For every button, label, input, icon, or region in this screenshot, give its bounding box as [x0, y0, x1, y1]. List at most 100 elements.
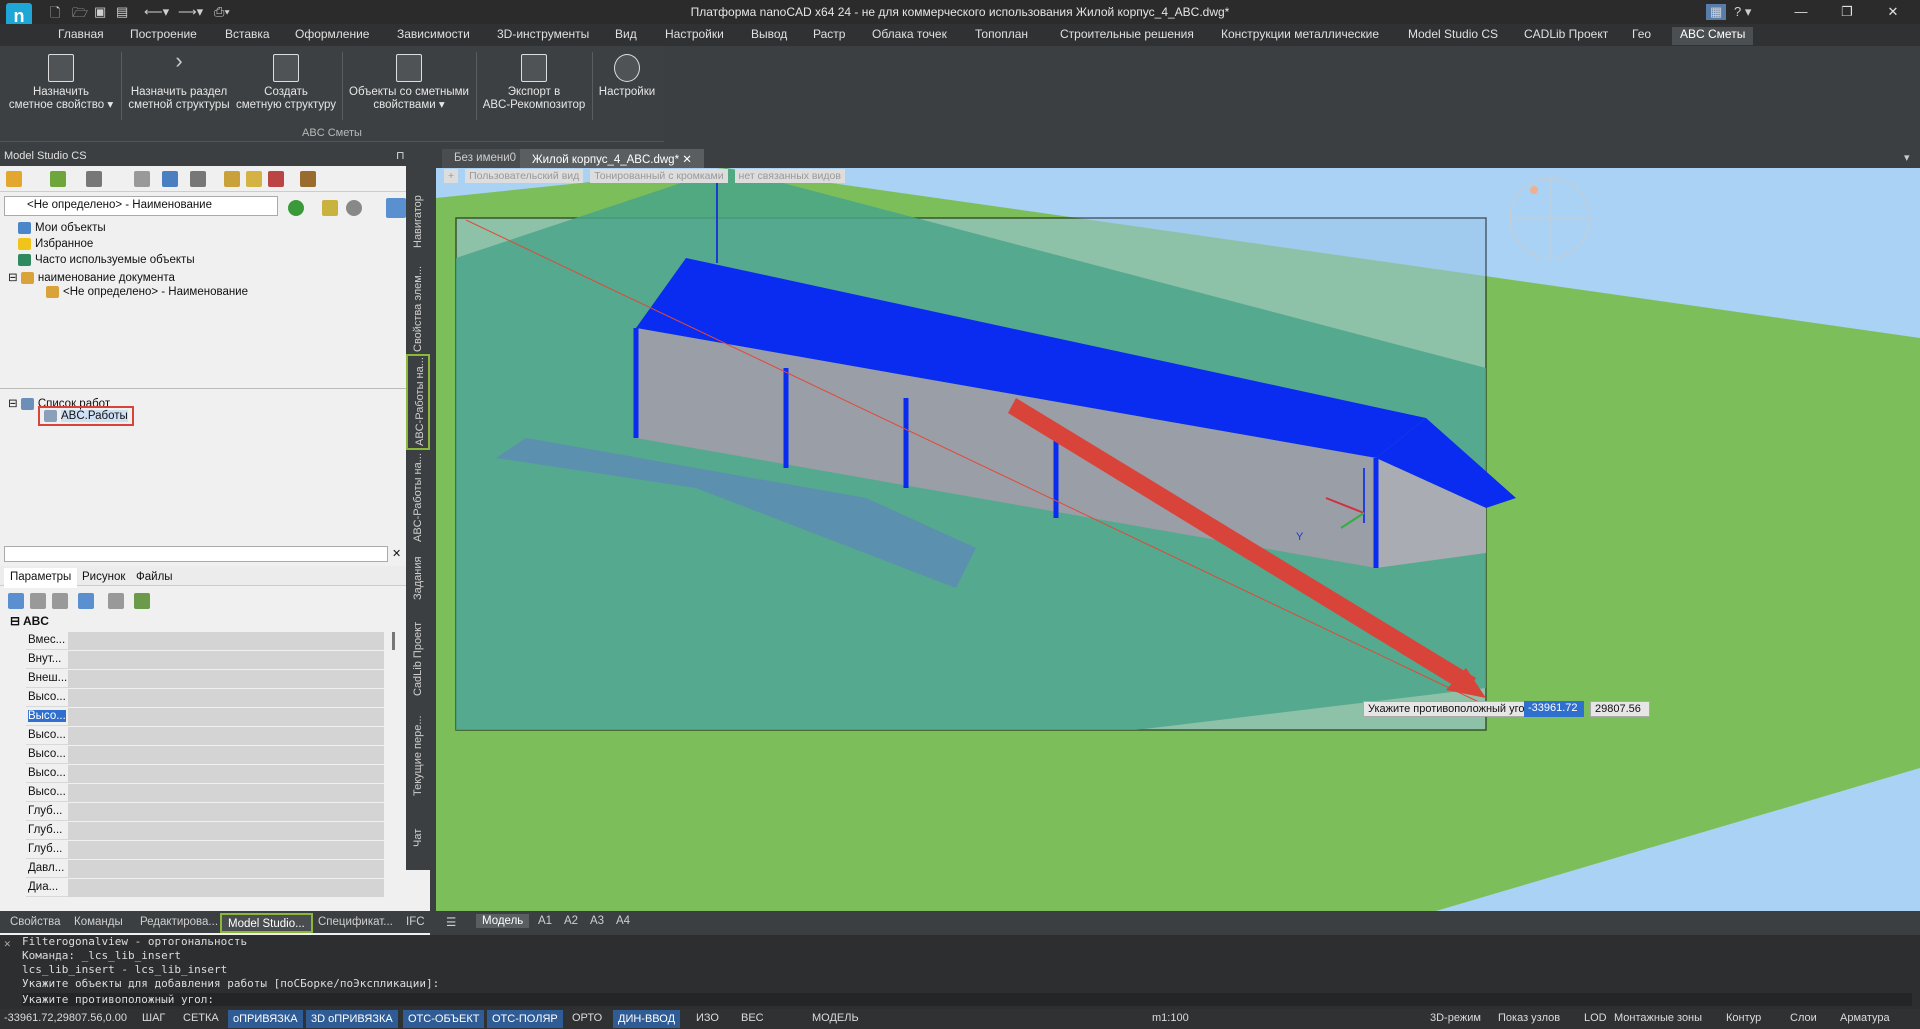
tab-picture[interactable]: Рисунок	[76, 568, 131, 588]
toggle-lod[interactable]: LOD	[1584, 1012, 1607, 1024]
close-icon[interactable]: ✕	[4, 937, 11, 950]
tab-cadlib[interactable]: CADLib Проект	[1524, 27, 1608, 45]
prop-value[interactable]	[68, 803, 384, 821]
prop-row-selected[interactable]: Высо...	[26, 708, 384, 726]
tree-item-abc-works[interactable]: ABC.Работы	[38, 406, 134, 427]
model-space-button[interactable]: МОДЕЛЬ	[812, 1012, 859, 1024]
tree-item-frequent[interactable]: Часто используемые объекты	[18, 254, 195, 266]
tree-view-icon[interactable]	[134, 171, 150, 187]
prop-value[interactable]	[68, 784, 384, 802]
prop-row[interactable]: Глуб...	[26, 803, 384, 821]
folder-icon[interactable]	[6, 171, 22, 187]
edit-icon[interactable]	[78, 593, 94, 609]
annotation-scale[interactable]: m1:100	[1152, 1012, 1189, 1024]
tab-raster[interactable]: Растр	[813, 27, 845, 45]
toggle-rebar[interactable]: Арматура	[1840, 1012, 1890, 1024]
list-view-icon[interactable]	[162, 171, 178, 187]
tab-point-clouds[interactable]: Облака точек	[872, 27, 947, 45]
tab-topoplan[interactable]: Топоплан	[975, 27, 1028, 45]
binoculars-icon[interactable]	[224, 171, 240, 187]
toggle-show-nodes[interactable]: Показ узлов	[1498, 1012, 1560, 1024]
tab-specification[interactable]: Спецификат...	[312, 913, 399, 933]
toggle-mount-zones[interactable]: Монтажные зоны	[1614, 1012, 1702, 1024]
tab-dropdown-icon[interactable]: ▾	[1904, 151, 1910, 164]
toggle-ortho[interactable]: ОРТО	[572, 1012, 602, 1024]
side-tab-navigator[interactable]: Навигатор	[406, 182, 430, 262]
side-tab-abc-works[interactable]: ABC-Работы на...	[406, 452, 430, 544]
close-button[interactable]: ✕	[1870, 0, 1916, 24]
assign-estimate-section-button[interactable]: › Назначить раздел сметной структуры	[125, 50, 233, 112]
visual-style-button[interactable]: Тонированный с кромками	[590, 169, 728, 183]
prop-value[interactable]	[68, 822, 384, 840]
tree-icon[interactable]	[134, 593, 150, 609]
toggle-lineweight[interactable]: ВЕС	[741, 1012, 764, 1024]
prop-value[interactable]	[68, 708, 384, 726]
export-to-recompositor-button[interactable]: Экспорт в ABC-Рекомпозитор	[480, 54, 588, 112]
cmd-input[interactable]: Укажите противоположный угол:	[22, 993, 1912, 1006]
prop-value[interactable]	[68, 860, 384, 878]
tab-view[interactable]: Вид	[615, 27, 637, 45]
tab-3d-tools[interactable]: 3D-инструменты	[497, 27, 589, 45]
tab-files[interactable]: Файлы	[130, 568, 179, 588]
toggle-layers[interactable]: Слои	[1790, 1012, 1817, 1024]
layout-tab-a2[interactable]: A2	[558, 914, 584, 928]
prop-value[interactable]	[68, 670, 384, 688]
side-tab-chat[interactable]: Чат	[406, 818, 430, 858]
prop-row[interactable]: Вмес...	[26, 632, 384, 650]
prop-row[interactable]: Внеш...	[26, 670, 384, 688]
layout-tab-model[interactable]: Модель	[476, 914, 530, 928]
close-icon[interactable]: ✕	[682, 154, 692, 166]
tab-properties[interactable]: Свойства	[4, 913, 67, 933]
settings-button[interactable]: Настройки	[596, 54, 658, 99]
prop-row[interactable]: Внут...	[26, 651, 384, 669]
filter-icon[interactable]	[190, 171, 206, 187]
toggle-osnap[interactable]: оПРИВЯЗКА	[228, 1010, 303, 1028]
clear-filter-icon[interactable]	[268, 171, 284, 187]
tree-item-favorites[interactable]: Избранное	[18, 238, 93, 250]
sort-az-icon[interactable]	[30, 593, 46, 609]
prop-value[interactable]	[68, 689, 384, 707]
prop-row[interactable]: Диа...	[26, 879, 384, 897]
prop-value[interactable]	[68, 632, 384, 650]
model-viewport[interactable]: Z Y + Пользовательский вид Тонированный …	[436, 168, 1920, 911]
settings-icon[interactable]	[300, 171, 316, 187]
percent-icon[interactable]	[52, 593, 68, 609]
minimize-button[interactable]: —	[1778, 0, 1824, 24]
layout-tab-a4[interactable]: A4	[610, 914, 636, 928]
prop-row[interactable]: Глуб...	[26, 822, 384, 840]
tab-model-studio-bottom[interactable]: Model Studio...	[220, 913, 313, 933]
prop-value[interactable]	[68, 841, 384, 859]
categorized-icon[interactable]	[8, 593, 24, 609]
assign-estimate-property-button[interactable]: Назначить сметное свойство ▾	[6, 54, 116, 112]
prop-value[interactable]	[68, 727, 384, 745]
tab-editing[interactable]: Редактирова...	[134, 913, 224, 933]
funnel-icon[interactable]	[246, 171, 262, 187]
layout-menu-icon[interactable]: ☰	[440, 914, 462, 930]
prop-row[interactable]: Высо...	[26, 784, 384, 802]
doc-tab-active[interactable]: Жилой корпус_4_ABC.dwg* ✕	[520, 149, 704, 168]
tree-item-document[interactable]: ⊟ наименование документа	[8, 270, 175, 284]
tab-annotate[interactable]: Оформление	[295, 27, 369, 45]
toggle-polar[interactable]: ОТС-ПОЛЯР	[487, 1010, 563, 1028]
prop-row[interactable]: Давл...	[26, 860, 384, 878]
toggle-grid[interactable]: СЕТКА	[183, 1012, 219, 1024]
help-icon[interactable]: ? ▾	[1734, 4, 1751, 20]
tab-model-studio[interactable]: Model Studio CS	[1408, 27, 1498, 45]
view-named-button[interactable]: Пользовательский вид	[465, 169, 584, 183]
toggle-otrack[interactable]: ОТС-ОБЪЕКТ	[403, 1010, 485, 1028]
side-tab-current-vars[interactable]: Текущие пере...	[406, 708, 430, 804]
tree-item-undefined[interactable]: <Не определено> - Наименование	[46, 286, 248, 298]
prop-row[interactable]: Высо...	[26, 746, 384, 764]
pick-icon[interactable]	[386, 198, 406, 218]
tab-build[interactable]: Построение	[130, 27, 197, 45]
tab-parameters[interactable]: Параметры	[4, 568, 78, 588]
tab-home[interactable]: Главная	[58, 27, 104, 45]
prop-row[interactable]: Высо...	[26, 727, 384, 745]
toggle-snap[interactable]: ШАГ	[142, 1012, 165, 1024]
tab-output[interactable]: Вывод	[751, 27, 787, 45]
layout-tab-a1[interactable]: A1	[532, 914, 558, 928]
toggle-iso[interactable]: ИЗО	[696, 1012, 719, 1024]
linked-views-button[interactable]: нет связанных видов	[734, 169, 845, 183]
prop-row[interactable]: Высо...	[26, 765, 384, 783]
context-combo[interactable]: <Не определено> - Наименование	[4, 196, 278, 216]
